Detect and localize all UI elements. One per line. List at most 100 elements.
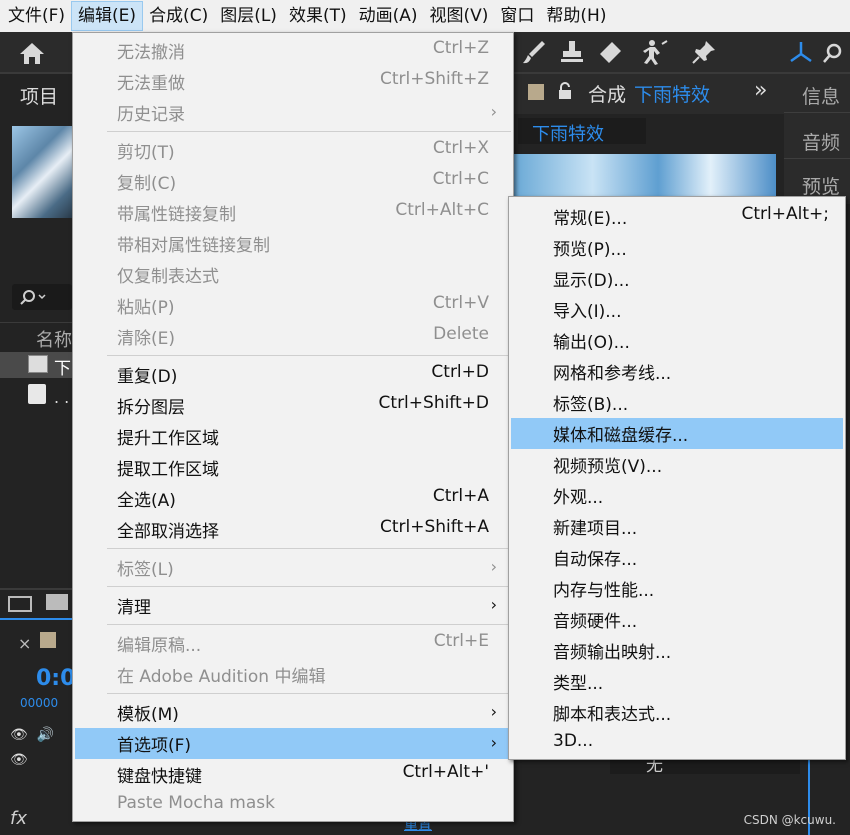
lock-icon[interactable] bbox=[558, 82, 572, 100]
speaker-icon[interactable]: 🔊 bbox=[37, 727, 54, 743]
comp-tab-name[interactable]: 下雨特效 bbox=[634, 80, 710, 107]
comp-tab-prefix: 合成 bbox=[588, 84, 627, 106]
timecode-frames: 00000 bbox=[20, 696, 59, 710]
edit-menu-item[interactable]: 模板(M) › bbox=[75, 697, 511, 728]
composition-color-swatch bbox=[528, 84, 544, 100]
edit-menu-item[interactable]: 无法撤消 Ctrl+Z bbox=[75, 35, 511, 66]
edit-menu-item[interactable]: 无法重做 Ctrl+Shift+Z bbox=[75, 66, 511, 97]
preferences-menu-item[interactable]: 媒体和磁盘缓存... bbox=[511, 418, 843, 449]
eye-icon[interactable]: 👁 bbox=[10, 727, 28, 743]
menu-animation[interactable]: 动画(A) bbox=[353, 1, 424, 31]
menu-item-label: 键盘快捷键 bbox=[117, 767, 202, 787]
preferences-menu-item[interactable]: 音频输出映射... bbox=[511, 635, 843, 666]
menu-separator bbox=[107, 586, 511, 587]
audio-panel-tab[interactable]: 音频 bbox=[802, 128, 840, 155]
brush-icon[interactable] bbox=[520, 38, 548, 66]
preferences-menu-item[interactable]: 标签(B)... bbox=[511, 387, 843, 418]
menu-file[interactable]: 文件(F) bbox=[2, 1, 71, 31]
preferences-menu-item[interactable]: 内存与性能... bbox=[511, 573, 843, 604]
preferences-menu-item[interactable]: 脚本和表达式... bbox=[511, 697, 843, 728]
edit-menu-item[interactable]: 清理 › bbox=[75, 590, 511, 621]
preferences-menu-item[interactable]: 网格和参考线... bbox=[511, 356, 843, 387]
preferences-menu-item[interactable]: 外观... bbox=[511, 480, 843, 511]
comp-view-tab[interactable]: 下雨特效 bbox=[518, 118, 646, 145]
preferences-menu-item[interactable]: 类型... bbox=[511, 666, 843, 697]
preferences-menu-item[interactable]: 自动保存... bbox=[511, 542, 843, 573]
project-item-selected[interactable]: 下 bbox=[0, 352, 72, 379]
preferences-menu-item[interactable]: 预览(P)... bbox=[511, 232, 843, 263]
menu-item-label: 常规(E)... bbox=[553, 209, 628, 229]
edit-menu-item[interactable]: 编辑原稿... Ctrl+E bbox=[75, 628, 511, 659]
edit-menu-item[interactable]: 在 Adobe Audition 中编辑 bbox=[75, 659, 511, 690]
menu-item-label: 无法重做 bbox=[117, 74, 185, 94]
edit-menu-item[interactable]: 粘贴(P) Ctrl+V bbox=[75, 290, 511, 321]
edit-menu-item[interactable]: 键盘快捷键 Ctrl+Alt+' bbox=[75, 759, 511, 790]
preferences-menu-item[interactable]: 新建项目... bbox=[511, 511, 843, 542]
timecode-display[interactable]: 0:0 bbox=[36, 666, 75, 691]
edit-menu: 无法撤消 Ctrl+Z 无法重做 Ctrl+Shift+Z 历史记录 › 剪切(T) Ctrl… bbox=[72, 32, 514, 822]
preferences-menu-item[interactable]: 导入(I)... bbox=[511, 294, 843, 325]
edit-menu-item[interactable]: 标签(L) › bbox=[75, 552, 511, 583]
timeline-focus-line bbox=[0, 618, 72, 620]
preview-panel-tab[interactable]: 预览 bbox=[802, 172, 840, 199]
edit-menu-item[interactable]: 带属性链接复制 Ctrl+Alt+C bbox=[75, 197, 511, 228]
menu-layer[interactable]: 图层(L) bbox=[214, 1, 283, 31]
divider bbox=[0, 322, 72, 323]
menu-item-label: 视频预览(V)... bbox=[553, 457, 663, 477]
project-item-label: 下 bbox=[54, 359, 71, 379]
menu-edit[interactable]: 编辑(E) bbox=[71, 1, 144, 31]
pin-icon[interactable] bbox=[690, 38, 718, 66]
menu-item-shortcut: Ctrl+V bbox=[432, 293, 489, 313]
menu-item-label: 新建项目... bbox=[553, 519, 638, 539]
menu-help[interactable]: 帮助(H) bbox=[540, 1, 612, 31]
edit-menu-item[interactable]: 清除(E) Delete bbox=[75, 321, 511, 352]
project-tab[interactable]: 项目 bbox=[20, 82, 58, 109]
menu-item-shortcut: Ctrl+E bbox=[433, 631, 489, 651]
puppet-icon[interactable] bbox=[640, 38, 672, 66]
preferences-menu-item[interactable]: 输出(O)... bbox=[511, 325, 843, 356]
edit-menu-item[interactable]: 剪切(T) Ctrl+X bbox=[75, 135, 511, 166]
menu-window[interactable]: 窗口 bbox=[494, 1, 540, 31]
preferences-menu-item[interactable]: 3D... bbox=[511, 728, 843, 759]
folder-icon[interactable] bbox=[46, 594, 68, 610]
eraser-icon[interactable] bbox=[596, 38, 624, 66]
stamp-icon[interactable] bbox=[558, 38, 586, 66]
interpret-footage-icon[interactable] bbox=[8, 596, 32, 612]
double-chevron-icon[interactable]: » bbox=[754, 78, 767, 103]
menu-item-label: 在 Adobe Audition 中编辑 bbox=[117, 667, 326, 687]
edit-menu-item[interactable]: 历史记录 › bbox=[75, 97, 511, 128]
edit-menu-item[interactable]: 提取工作区域 bbox=[75, 452, 511, 483]
edit-menu-item[interactable]: 带相对属性链接复制 bbox=[75, 228, 511, 259]
axis-icon[interactable] bbox=[786, 38, 816, 66]
menu-view[interactable]: 视图(V) bbox=[424, 1, 495, 31]
name-column-header[interactable]: 名称 bbox=[36, 326, 72, 352]
menu-item-label: 音频输出映射... bbox=[553, 643, 672, 663]
preferences-menu-item[interactable]: 显示(D)... bbox=[511, 263, 843, 294]
search-icon[interactable] bbox=[820, 40, 846, 66]
preferences-menu-item[interactable]: 常规(E)... Ctrl+Alt+; bbox=[511, 201, 843, 232]
menu-effect[interactable]: 效果(T) bbox=[283, 1, 353, 31]
menu-item-label: 类型... bbox=[553, 674, 604, 694]
edit-menu-item[interactable]: 提升工作区域 bbox=[75, 421, 511, 452]
edit-menu-item[interactable]: 首选项(F) › bbox=[75, 728, 511, 759]
edit-menu-item[interactable]: 复制(C) Ctrl+C bbox=[75, 166, 511, 197]
edit-menu-item[interactable]: Paste Mocha mask bbox=[75, 790, 511, 821]
info-panel-tab[interactable]: 信息 bbox=[802, 82, 840, 109]
home-icon[interactable] bbox=[18, 40, 46, 66]
edit-menu-item[interactable]: 重复(D) Ctrl+D bbox=[75, 359, 511, 390]
preferences-menu-item[interactable]: 音频硬件... bbox=[511, 604, 843, 635]
project-search-field[interactable] bbox=[12, 284, 72, 310]
preferences-menu-item[interactable]: 视频预览(V)... bbox=[511, 449, 843, 480]
close-icon[interactable]: × bbox=[18, 634, 31, 653]
menu-composition[interactable]: 合成(C) bbox=[143, 1, 214, 31]
edit-menu-item[interactable]: 全部取消选择 Ctrl+Shift+A bbox=[75, 514, 511, 545]
edit-menu-item[interactable]: 仅复制表达式 bbox=[75, 259, 511, 290]
preferences-submenu: 常规(E)... Ctrl+Alt+; 预览(P)... 显示(D)... 导入(I).… bbox=[508, 196, 846, 760]
menu-item-label: 带相对属性链接复制 bbox=[117, 236, 270, 256]
edit-menu-item[interactable]: 拆分图层 Ctrl+Shift+D bbox=[75, 390, 511, 421]
edit-menu-item[interactable]: 全选(A) Ctrl+A bbox=[75, 483, 511, 514]
composition-viewer[interactable] bbox=[514, 154, 776, 196]
menu-item-shortcut: Ctrl+C bbox=[432, 169, 489, 189]
submenu-arrow-icon: › bbox=[490, 102, 497, 121]
eye-icon[interactable]: 👁 bbox=[10, 752, 28, 768]
